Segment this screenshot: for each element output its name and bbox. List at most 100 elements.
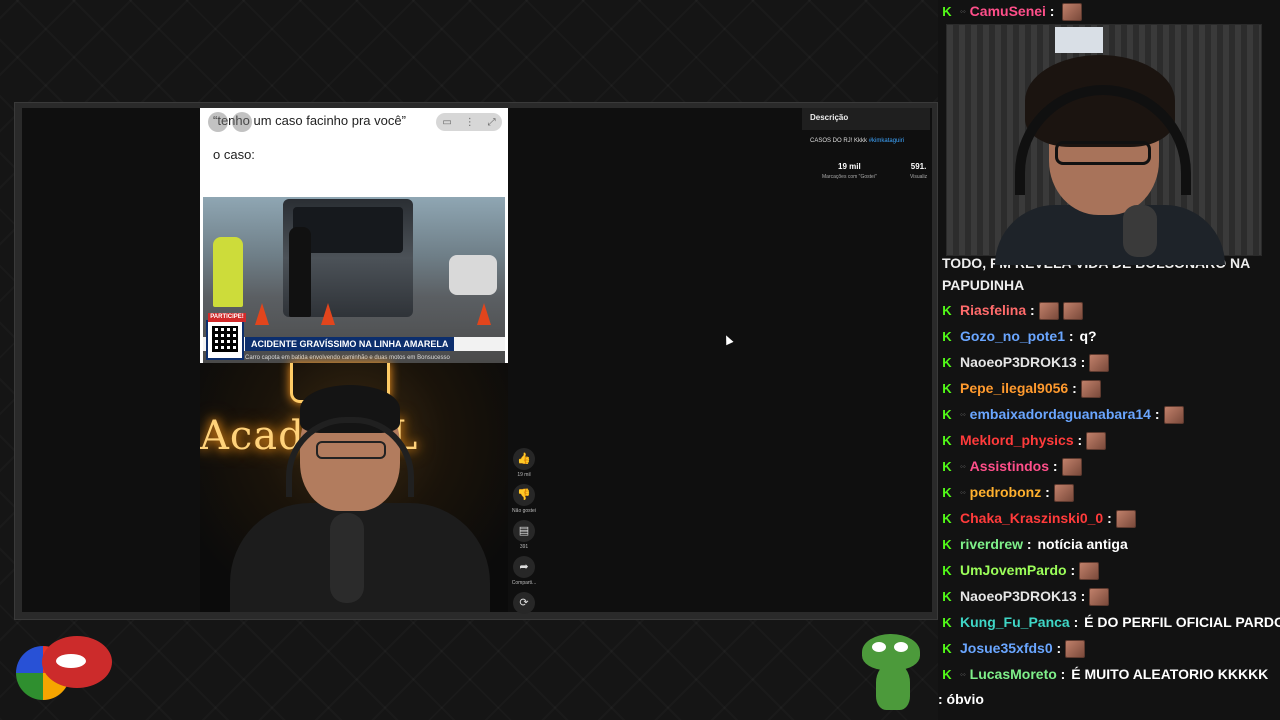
chat-message: K Josue35xfds0 : [942,639,1086,659]
chat-username[interactable]: Chaka_Kraszinski0_0 [960,510,1103,526]
kick-icon: K [942,511,952,526]
car-image [449,255,497,295]
chat-message: K NaoeoP3DROK13 : [942,353,1110,373]
chat-username[interactable]: Josue35xfds0 [960,640,1053,656]
dislike-action[interactable]: 👎 Não gostei [508,484,540,514]
chat-username[interactable]: Kung_Fu_Panca [960,614,1070,630]
short-actions: 👍 19 mil 👎 Não gostei ▤ 391 ➦ Comparti..… [508,448,540,620]
worker-image [213,237,243,307]
chat-separator: : [1056,666,1066,682]
chat-emote-icon [1062,302,1083,321]
remix-action[interactable]: ⟳ [508,592,540,614]
chat-message: K ◦◦ pedrobonz : [942,483,1074,503]
chat-emote-icon [1080,380,1101,399]
kick-icon: K [942,589,952,604]
chat-separator: : [1068,380,1077,396]
fullscreen-icon[interactable]: ⤢ [488,117,496,128]
remix-icon[interactable]: ⟳ [513,592,535,614]
streamer [995,55,1225,265]
share-action[interactable]: ➦ Comparti... [508,556,540,586]
chat-separator: : [1073,432,1083,448]
chat-message: Kriverdrew : notícia antiga [942,535,1127,554]
pepe-frog-icon [862,634,920,712]
chat-username[interactable]: pedrobonz [970,484,1042,500]
chat-separator: : [1076,588,1086,604]
meme-panel: “tenho um caso facinho pra você” o caso:… [200,108,508,363]
microphone-icon [1123,205,1157,257]
chat-username[interactable]: LucasMoreto [970,666,1057,682]
chat-message: K ◦◦ LucasMoreto : É MUITO ALEATORIO KKKKK [942,665,1268,684]
kick-icon: K [942,303,952,318]
kick-icon: K [942,537,952,552]
chat-username[interactable]: NaoeoP3DROK13 [960,354,1077,370]
chat-separator: : [1049,458,1058,474]
chat-username[interactable]: NaoeoP3DROK13 [960,588,1077,604]
sub-badge-icon: ◦◦ [960,410,966,420]
chat-separator: : [1103,510,1112,526]
chat-username[interactable]: Riasfelina [960,302,1026,318]
chat-emote-icon [1089,588,1110,607]
chat-message: K UmJovemPardo : [942,561,1100,581]
chat-text: q? [1075,328,1097,344]
play-button[interactable] [208,112,228,132]
more-icon[interactable]: ⋮ [465,117,475,128]
cone-icon [321,303,335,325]
kick-icon: K [942,641,952,656]
thumb-up-icon[interactable]: 👍 [513,448,535,470]
mute-button[interactable] [232,112,252,132]
chat-emote-icon [1038,302,1059,321]
chat-message: K Pepe_ilegal9056 : [942,379,1101,399]
chat-username[interactable]: Meklord_physics [960,432,1074,448]
streamer-emote-icon [16,628,112,704]
qr-code: PARTICIPE! [206,313,246,360]
views-value: 591. [910,162,927,171]
views-label: Visualiz [910,174,928,180]
captions-icon[interactable]: ▭ [442,117,451,128]
share-label: Comparti... [511,580,537,586]
thumb-down-icon[interactable]: 👎 [513,484,535,506]
chat-emote-icon [1065,640,1086,659]
like-action[interactable]: 👍 19 mil [508,448,540,478]
chat-emote-icon [1115,510,1136,529]
kick-icon: K [942,381,952,396]
chat-message: K ◦◦ Assistindos : [942,457,1082,477]
likes-value: 19 mil [838,162,861,171]
chat-trailing: : óbvio [938,691,984,707]
likes-label: Marcações com "Gostei" [822,174,877,180]
kick-icon: K [942,329,952,344]
chat-separator: : [1069,614,1079,630]
chat-username[interactable]: embaixadordaguanabara14 [970,406,1151,422]
description-panel: Descrição CASOS DO RJ! Kkkk #kimkataguir… [802,108,932,612]
comment-action[interactable]: ▤ 391 [508,520,540,550]
kick-icon: K [942,563,952,578]
description-body: CASOS DO RJ! Kkkk [810,138,869,144]
description-title: Descrição [802,108,930,130]
chat-emote-icon [1163,406,1184,425]
views-stat: 591. Visualiz [910,162,927,180]
kick-icon: K [942,407,952,422]
chat-emote-icon [1086,432,1107,451]
chat-username[interactable]: riverdrew [960,536,1023,552]
kick-icon: K [942,615,952,630]
short-video[interactable]: “tenho um caso facinho pra você” o caso:… [200,108,508,612]
sub-badge-icon: ◦◦ [960,462,966,472]
news-clip: ACIDENTE GRAVÍSSIMO NA LINHA AMARELA Car… [203,197,505,363]
chat-emote-icon [1061,458,1082,477]
chat-username[interactable]: Pepe_ilegal9056 [960,380,1068,396]
hashtag-link[interactable]: #kimkataguiri [869,138,904,144]
microphone-icon [330,513,364,603]
player-controls[interactable]: ▭ ⋮ ⤢ [436,113,502,131]
chat-username[interactable]: Gozo_no_pote1 [960,328,1065,344]
share-icon[interactable]: ➦ [513,556,535,578]
kick-icon: K [942,485,952,500]
chat-message: K NaoeoP3DROK13 : [942,587,1110,607]
chat-username[interactable]: CamuSenei [970,3,1046,19]
chat-username[interactable]: Assistindos [970,458,1049,474]
chat-username[interactable]: UmJovemPardo [960,562,1067,578]
chat-separator: : [1026,302,1035,318]
comment-icon[interactable]: ▤ [513,520,535,542]
chat-separator: : [1023,536,1032,552]
description-text: CASOS DO RJ! Kkkk #kimkataguiri [810,138,904,144]
officer-image [289,227,311,317]
ceiling-light [1055,27,1103,53]
